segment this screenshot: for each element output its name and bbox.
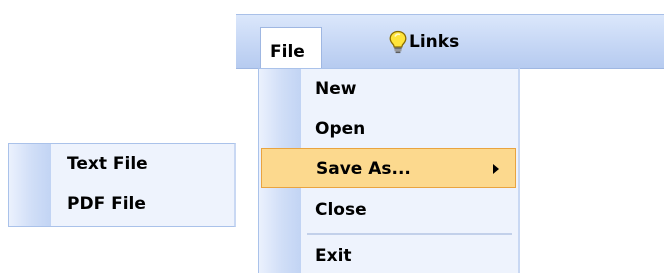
submenu-item-label: PDF File bbox=[67, 194, 146, 214]
menu-item-new[interactable]: New bbox=[259, 69, 518, 109]
menu-item-close[interactable]: Close bbox=[259, 190, 518, 230]
menubar-item-file[interactable]: File bbox=[260, 27, 322, 70]
menu-item-label: Close bbox=[315, 200, 367, 220]
menu-item-label: Exit bbox=[315, 246, 352, 266]
file-menu: New Open Save As... Close Exit bbox=[258, 68, 520, 273]
menu-item-label: Open bbox=[315, 119, 366, 139]
menu-item-label: New bbox=[315, 79, 357, 99]
menu-bar: File Links bbox=[236, 14, 664, 70]
menu-item-save-as[interactable]: Save As... bbox=[261, 148, 516, 188]
submenu-item-text-file[interactable]: Text File bbox=[9, 144, 234, 184]
submenu-arrow-icon bbox=[493, 164, 499, 174]
menubar-item-links[interactable]: Links bbox=[388, 27, 459, 57]
lightbulb-icon bbox=[388, 30, 408, 54]
menubar-item-file-label: File bbox=[270, 42, 305, 62]
save-as-submenu: Text File PDF File bbox=[8, 143, 236, 227]
menu-item-exit[interactable]: Exit bbox=[259, 236, 518, 276]
menu-item-open[interactable]: Open bbox=[259, 109, 518, 149]
submenu-item-pdf-file[interactable]: PDF File bbox=[9, 184, 234, 224]
menubar-item-links-label: Links bbox=[409, 31, 460, 52]
submenu-item-label: Text File bbox=[67, 154, 148, 174]
menu-item-label: Save As... bbox=[316, 159, 411, 179]
menu-separator bbox=[307, 233, 512, 235]
